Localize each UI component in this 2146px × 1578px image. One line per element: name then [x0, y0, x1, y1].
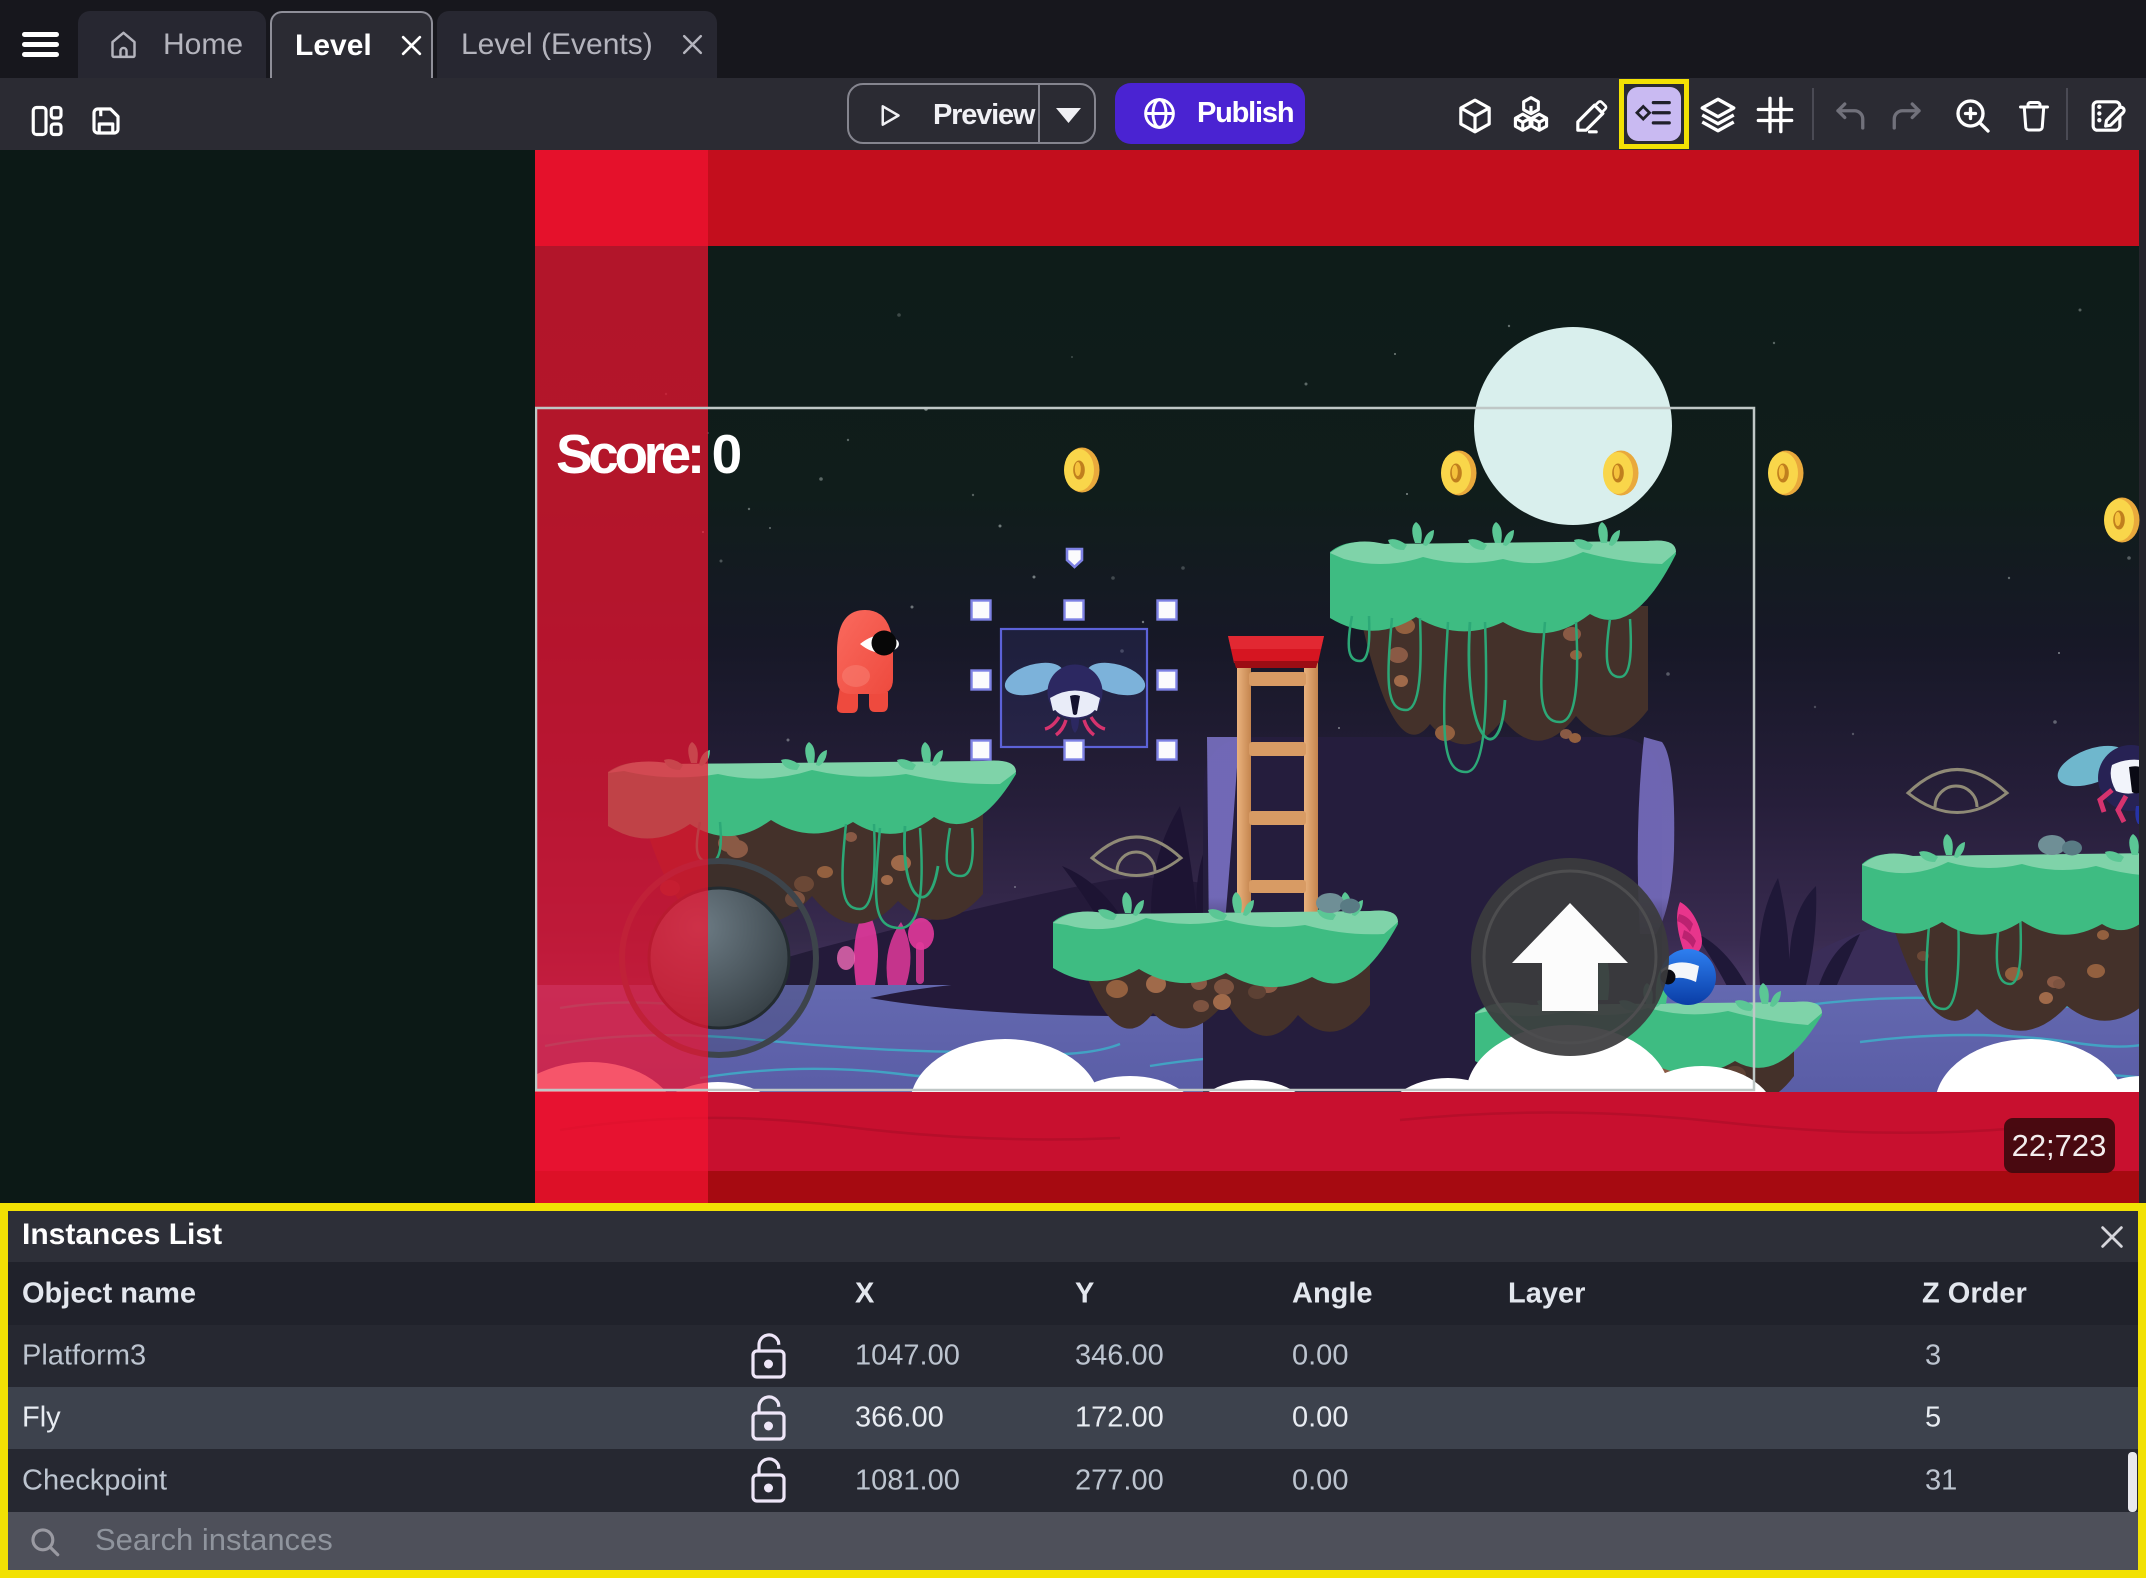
- svg-text:22;723: 22;723: [2012, 1128, 2107, 1163]
- svg-text:Score: 0: Score: 0: [556, 423, 741, 485]
